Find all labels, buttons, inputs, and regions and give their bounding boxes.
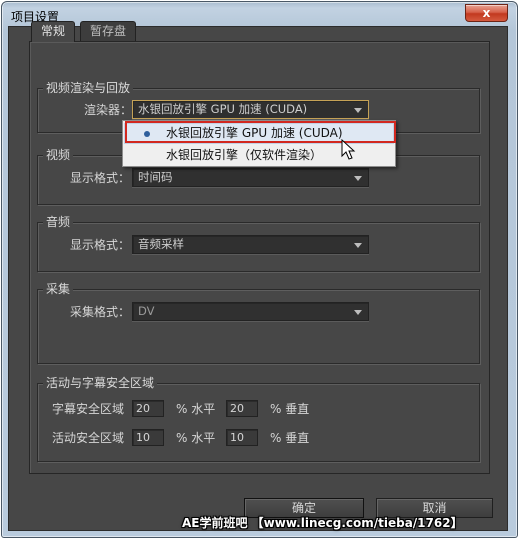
action-safe-horizontal-input[interactable]: 10 — [132, 429, 164, 446]
audio-format-value: 音频采样 — [138, 237, 184, 251]
mouse-cursor-icon — [341, 139, 356, 160]
chevron-down-icon — [354, 310, 362, 315]
capture-format-value: DV — [138, 304, 155, 318]
action-safe-v-unit: % 垂直 — [270, 431, 310, 445]
renderer-dropdown[interactable]: 水银回放引擎 GPU 加速 (CUDA) — [132, 100, 369, 119]
renderer-value: 水银回放引擎 GPU 加速 (CUDA) — [138, 102, 308, 116]
title-safe-v-unit: % 垂直 — [270, 402, 310, 416]
group-title-audio: 音频 — [43, 215, 74, 229]
audio-format-label: 显示格式： — [70, 238, 131, 252]
tab-general[interactable]: 常规 — [31, 21, 76, 42]
title-safe-label: 字幕安全区域 — [52, 402, 125, 416]
action-safe-vertical-input[interactable]: 10 — [226, 429, 258, 446]
title-safe-h-unit: % 水平 — [176, 402, 216, 416]
capture-format-dropdown[interactable]: DV — [132, 302, 369, 321]
renderer-label: 渲染器： — [84, 103, 133, 117]
chevron-down-icon — [354, 176, 362, 181]
group-safe-zones — [37, 383, 480, 462]
title-safe-horizontal-input[interactable]: 20 — [132, 400, 164, 417]
action-safe-h-unit: % 水平 — [176, 431, 216, 445]
close-button[interactable]: x — [465, 4, 508, 22]
video-display-format-dropdown[interactable]: 时间码 — [132, 168, 369, 187]
renderer-option-software-label: 水银回放引擎（仅软件渲染） — [166, 148, 323, 162]
action-safe-label: 活动安全区域 — [52, 431, 125, 445]
title-safe-vertical-input[interactable]: 20 — [226, 400, 258, 417]
group-title-capture: 采集 — [43, 282, 74, 296]
group-title-video: 视频 — [43, 148, 74, 162]
audio-display-format-dropdown[interactable]: 音频采样 — [132, 235, 369, 254]
group-title-render: 视频渲染与回放 — [43, 81, 134, 95]
video-format-label: 显示格式： — [70, 171, 131, 185]
watermark-text: AE学前班吧 【www.linecg.com/tieba/1762】 — [182, 516, 463, 530]
chevron-down-icon — [354, 108, 362, 113]
video-format-value: 时间码 — [138, 170, 173, 184]
capture-format-label: 采集格式： — [70, 305, 131, 319]
group-title-safe-zones: 活动与字幕安全区域 — [43, 376, 158, 390]
group-capture — [37, 289, 480, 364]
close-icon: x — [482, 6, 491, 20]
chevron-down-icon — [354, 243, 362, 248]
tab-scratch-disks[interactable]: 暂存盘 — [80, 21, 137, 41]
